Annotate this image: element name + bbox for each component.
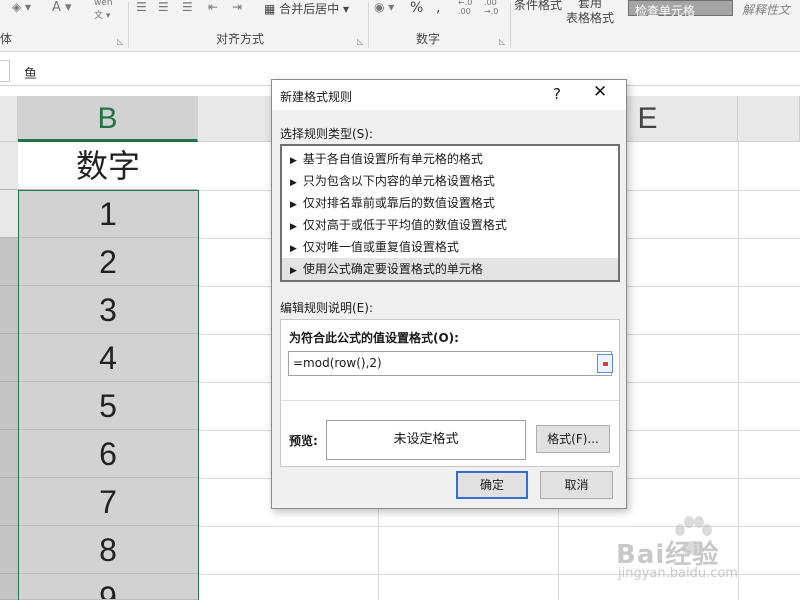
- number-group-label: 数字: [416, 32, 441, 46]
- rule-type-item-selected[interactable]: ▶ 使用公式确定要设置格式的单元格: [282, 258, 618, 280]
- font-group-label: 体: [0, 32, 13, 46]
- indent-decrease-icon[interactable]: ⇤: [208, 0, 218, 14]
- triangle-icon: ▶: [290, 178, 297, 188]
- decimal-decrease-icon[interactable]: .00 →.0: [484, 0, 498, 16]
- row-header[interactable]: [0, 574, 18, 600]
- preview-label: 预览:: [289, 434, 318, 448]
- row-header[interactable]: [0, 142, 18, 190]
- table-cell[interactable]: 1: [18, 190, 198, 238]
- table-cell[interactable]: 4: [18, 334, 198, 382]
- triangle-icon: ▶: [290, 222, 297, 232]
- rule-type-list[interactable]: ▶ 基于各自值设置所有单元格的格式 ▶ 只为包含以下内容的单元格设置格式 ▶ 仅对排名…: [280, 144, 620, 282]
- triangle-icon: ▶: [290, 156, 297, 166]
- header-cell[interactable]: 数字: [18, 142, 198, 190]
- rule-type-item[interactable]: ▶ 仅对唯一值或重复值设置格式: [282, 236, 618, 258]
- row-header[interactable]: [0, 190, 18, 238]
- row-header[interactable]: [0, 382, 18, 430]
- triangle-icon: ▶: [290, 244, 297, 254]
- merge-center-button[interactable]: ▦ 合并后居中 ▾: [264, 0, 349, 17]
- watermark-url: jingyan.baidu.com: [618, 566, 738, 581]
- excel-window: ◈ ▾ A ▾ wén 文 ▾ ☰ ☰ ☰ ⇤ ⇥ ▦ 合并后居中 ▾ ◉ ▾ %…: [0, 0, 800, 600]
- column-header[interactable]: [0, 96, 18, 142]
- help-icon[interactable]: ?: [553, 85, 561, 103]
- row-header[interactable]: [0, 286, 18, 334]
- rule-type-label: 仅对排名靠前或靠后的数值设置格式: [302, 196, 495, 210]
- table-cell[interactable]: 5: [18, 382, 198, 430]
- ok-button[interactable]: 确定: [456, 471, 528, 499]
- edit-description-label: 编辑规则说明(E):: [280, 301, 373, 315]
- row-header[interactable]: [0, 238, 18, 286]
- preview-box: 未设定格式: [326, 420, 526, 460]
- rule-type-item[interactable]: ▶ 仅对排名靠前或靠后的数值设置格式: [282, 192, 618, 214]
- rule-description-panel: 为符合此公式的值设置格式(O): =mod(row(),2) 预览: 未设定格式…: [280, 319, 620, 467]
- row-header[interactable]: [0, 526, 18, 574]
- column-header[interactable]: [738, 96, 800, 142]
- rule-type-item[interactable]: ▶ 基于各自值设置所有单元格的格式: [282, 148, 618, 170]
- align-right-icon[interactable]: ☰: [182, 0, 193, 14]
- table-cell[interactable]: 7: [18, 478, 198, 526]
- align-group-label: 对齐方式: [216, 32, 265, 46]
- formula-field[interactable]: =mod(row(),2): [288, 351, 613, 376]
- font-color-icon[interactable]: A ▾: [52, 0, 72, 15]
- comma-button[interactable]: ,: [436, 0, 440, 16]
- style-explanatory[interactable]: 解释性文: [736, 0, 800, 17]
- fill-color-icon[interactable]: ◈ ▾: [12, 0, 31, 14]
- group-separator: [368, 2, 369, 48]
- decimal-increase-icon[interactable]: ←.0.00: [458, 0, 472, 16]
- dialog-launcher-icon[interactable]: ◺: [357, 37, 363, 46]
- rule-type-label: 只为包含以下内容的单元格设置格式: [302, 174, 495, 188]
- new-format-rule-dialog: 新建格式规则 ? ✕ 选择规则类型(S): ▶ 基于各自值设置所有单元格的格式 ▶…: [271, 79, 627, 509]
- dialog-launcher-icon[interactable]: ◺: [117, 37, 123, 46]
- table-cell[interactable]: 2: [18, 238, 198, 286]
- rule-type-label: 仅对高于或低于平均值的数值设置格式: [302, 218, 507, 232]
- dialog-title: 新建格式规则: [280, 90, 353, 104]
- dialog-titlebar[interactable]: 新建格式规则 ? ✕: [272, 80, 626, 110]
- group-separator: [510, 2, 511, 48]
- rule-type-label: 使用公式确定要设置格式的单元格: [302, 262, 483, 276]
- ribbon: ◈ ▾ A ▾ wén 文 ▾ ☰ ☰ ☰ ⇤ ⇥ ▦ 合并后居中 ▾ ◉ ▾ %…: [0, 0, 800, 52]
- close-icon[interactable]: ✕: [593, 82, 607, 102]
- row-header[interactable]: [0, 478, 18, 526]
- dialog-launcher-icon[interactable]: ◺: [499, 37, 505, 46]
- name-box[interactable]: [0, 60, 10, 82]
- merge-center-label: 合并后居中: [279, 2, 340, 16]
- align-center-icon[interactable]: ☰: [158, 0, 169, 14]
- currency-icon[interactable]: ◉ ▾: [374, 0, 394, 14]
- formula-input[interactable]: 鱼: [24, 63, 37, 82]
- baidu-watermark: Bai经验 jingyan.baidu.com: [616, 516, 800, 600]
- triangle-icon: ▶: [290, 266, 297, 276]
- align-left-icon[interactable]: ☰: [136, 0, 147, 14]
- rule-type-label: 仅对唯一值或重复值设置格式: [302, 240, 459, 254]
- style-check-cell[interactable]: 检查单元格: [628, 0, 733, 18]
- table-cell[interactable]: 3: [18, 286, 198, 334]
- range-select-icon[interactable]: [597, 354, 613, 373]
- formula-value: =mod(row(),2): [293, 356, 382, 370]
- table-cell[interactable]: 8: [18, 526, 198, 574]
- select-rule-type-label: 选择规则类型(S):: [280, 127, 374, 141]
- indent-increase-icon[interactable]: ⇥: [232, 0, 242, 14]
- table-format-label: 套用 表格格式: [566, 0, 615, 25]
- rule-type-label: 基于各自值设置所有单元格的格式: [302, 152, 483, 166]
- format-button[interactable]: 格式(F)...: [536, 425, 610, 453]
- formula-label: 为符合此公式的值设置格式(O):: [289, 331, 459, 345]
- rule-type-item[interactable]: ▶ 仅对高于或低于平均值的数值设置格式: [282, 214, 618, 236]
- cancel-button[interactable]: 取消: [540, 471, 613, 499]
- triangle-icon: ▶: [290, 200, 297, 210]
- wrap-phonetic-icon[interactable]: wén 文 ▾: [94, 0, 113, 21]
- row-header[interactable]: [0, 334, 18, 382]
- group-separator: [128, 2, 129, 48]
- percent-button[interactable]: %: [410, 0, 423, 16]
- table-cell[interactable]: 6: [18, 430, 198, 478]
- row-header[interactable]: [0, 430, 18, 478]
- divider: [281, 400, 619, 401]
- table-format-button[interactable]: 套用 表格格式: [566, 0, 614, 26]
- column-header-b[interactable]: B: [18, 96, 198, 142]
- table-cell[interactable]: 9: [18, 574, 198, 600]
- conditional-format-button[interactable]: 条件格式: [514, 0, 562, 13]
- rule-type-item[interactable]: ▶ 只为包含以下内容的单元格设置格式: [282, 170, 618, 192]
